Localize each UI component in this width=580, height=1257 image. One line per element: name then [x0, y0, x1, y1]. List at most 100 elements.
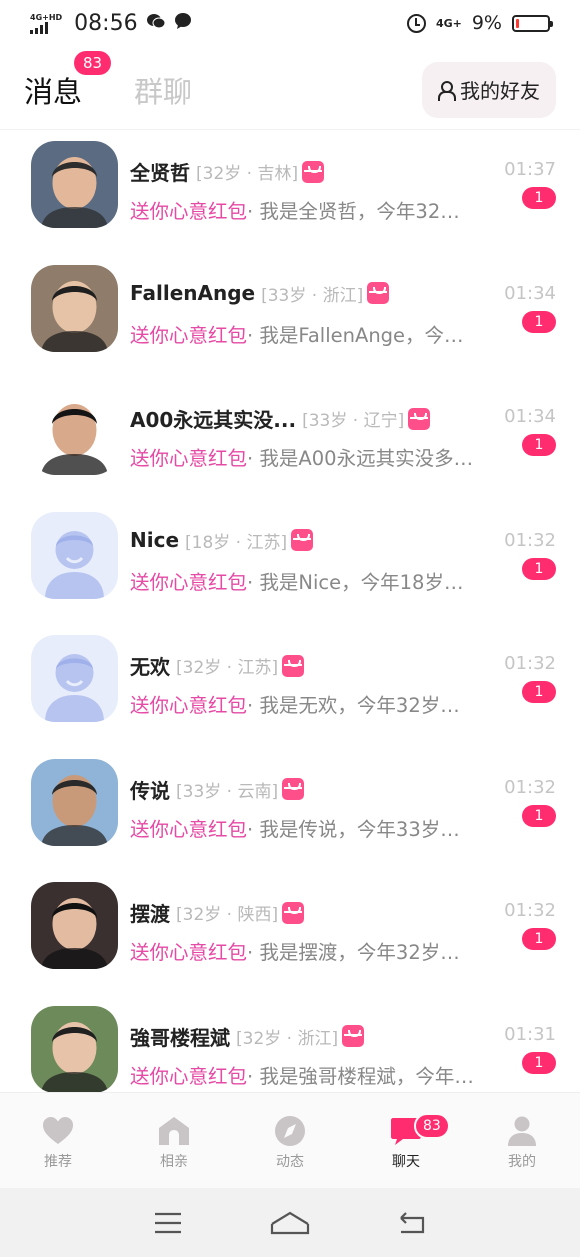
avatar[interactable] — [31, 141, 118, 228]
message-preview: 送你心意红包· 我是強哥楼程斌，今年… — [130, 1060, 474, 1089]
avatar[interactable] — [31, 635, 118, 722]
my-friends-button[interactable]: 我的好友 — [422, 61, 556, 118]
nav-chat[interactable]: 83 聊天 — [348, 1093, 464, 1188]
red-packet-icon — [282, 901, 305, 924]
nav-recommend[interactable]: 推荐 — [0, 1093, 116, 1188]
message-preview: 送你心意红包· 我是全贤哲，今年32… — [130, 195, 460, 224]
message-preview: 送你心意红包· 我是摆渡，今年32岁… — [130, 936, 460, 965]
name-line: 摆渡 [32岁 · 陕西] — [130, 898, 305, 927]
message-preview: 送你心意红包· 我是无欢，今年32岁… — [130, 689, 460, 718]
contact-name: 強哥楼程斌 — [130, 1025, 230, 1050]
name-line: FallenAnge [33岁 · 浙江] — [130, 281, 390, 306]
contact-meta: [18岁 · 江苏] — [185, 532, 288, 553]
message-time: 01:31 — [504, 1023, 556, 1045]
back-icon[interactable] — [397, 1211, 427, 1235]
message-preview: 送你心意红包· 我是Nice，今年18岁… — [130, 566, 463, 595]
bottom-nav: 推荐 相亲 动态 83 聊天 我的 — [0, 1092, 580, 1188]
name-line: 传说 [33岁 · 云南] — [130, 775, 305, 804]
nav-dating[interactable]: 相亲 — [116, 1093, 232, 1188]
tab-groups[interactable]: 群聊 — [134, 69, 192, 111]
unread-badge: 1 — [522, 557, 556, 580]
chat-row[interactable]: 全贤哲 [32岁 · 吉林] 送你心意红包· 我是全贤哲，今年32… 01:37 1 — [0, 131, 580, 255]
chat-row[interactable]: FallenAnge [33岁 · 浙江] 送你心意红包· 我是FallenAnge… — [0, 255, 580, 379]
contact-name: A00永远其实没... — [130, 408, 297, 432]
network-type-right: 4G+ — [435, 16, 462, 30]
nav-dating-label: 相亲 — [160, 1154, 188, 1170]
unread-badge: 1 — [522, 681, 556, 703]
chat-row[interactable]: 传说 [33岁 · 云南] 送你心意红包· 我是传说，今年33岁… 01:32 1 — [0, 749, 580, 873]
alarm-icon — [406, 13, 426, 33]
unread-badge: 1 — [522, 187, 556, 209]
preview-text: · 我是无欢，今年32岁… — [247, 694, 460, 717]
red-packet-icon — [408, 407, 431, 430]
message-icon — [174, 12, 192, 35]
name-line: A00永远其实没... [33岁 · 辽宁] — [130, 404, 431, 433]
menu-icon[interactable] — [153, 1211, 183, 1235]
contact-name: 摆渡 — [130, 902, 170, 926]
message-time: 01:32 — [504, 653, 556, 674]
contact-meta: [32岁 · 陕西] — [176, 905, 279, 925]
chat-row[interactable]: Nice [18岁 · 江苏] 送你心意红包· 我是Nice，今年18岁… 01:32… — [0, 502, 580, 626]
message-time: 01:32 — [504, 529, 556, 551]
chat-row[interactable]: 摆渡 [32岁 · 陕西] 送你心意红包· 我是摆渡，今年32岁… 01:32 1 — [0, 872, 580, 996]
red-packet-icon — [282, 778, 305, 800]
avatar[interactable] — [31, 388, 118, 475]
tab-messages[interactable]: 消息 83 — [24, 50, 112, 111]
avatar[interactable] — [31, 511, 118, 599]
status-bar: 4G+HD 08:56 4G+ 9% — [0, 0, 580, 46]
battery-percent: 9% — [471, 12, 502, 34]
gift-text: 送你心意红包 — [130, 570, 248, 594]
preview-text: · 我是摆渡，今年32岁… — [247, 941, 460, 964]
contact-meta: [33岁 · 浙江] — [261, 285, 364, 306]
name-line: Nice [18岁 · 江苏] — [130, 528, 314, 553]
unread-badge: 1 — [522, 1051, 556, 1074]
tab-messages-label: 消息 — [24, 74, 83, 109]
red-packet-icon — [291, 529, 314, 551]
contact-name: 传说 — [130, 778, 170, 803]
gift-text: 送你心意红包 — [130, 447, 248, 470]
contact-meta: [32岁 · 吉林] — [196, 164, 299, 184]
preview-text: · 我是強哥楼程斌，今年… — [247, 1064, 474, 1088]
unread-badge: 1 — [522, 434, 556, 456]
chat-row[interactable]: 无欢 [32岁 · 江苏] 送你心意红包· 我是无欢，今年32岁… 01:32 1 — [0, 625, 580, 749]
red-packet-icon — [302, 160, 325, 183]
my-friends-label: 我的好友 — [460, 79, 540, 103]
name-line: 全贤哲 [32岁 · 吉林] — [130, 157, 325, 186]
unread-badge: 1 — [522, 310, 556, 333]
contact-meta: [33岁 · 云南] — [176, 781, 279, 802]
message-time: 01:32 — [504, 900, 556, 921]
nav-moments[interactable]: 动态 — [232, 1093, 348, 1188]
avatar[interactable] — [31, 1005, 118, 1093]
nav-me[interactable]: 我的 — [464, 1093, 580, 1188]
preview-text: · 我是Nice，今年18岁… — [247, 570, 464, 594]
heart-icon — [41, 1115, 75, 1147]
message-time: 01:37 — [504, 159, 556, 180]
preview-text: · 我是传说，今年33岁… — [247, 817, 460, 841]
chat-list: 全贤哲 [32岁 · 吉林] 送你心意红包· 我是全贤哲，今年32… 01:37 1 Fa… — [0, 131, 580, 1119]
gift-text: 送你心意红包 — [130, 941, 248, 964]
message-preview: 送你心意红包· 我是FallenAnge，今… — [130, 319, 464, 348]
battery-icon — [512, 14, 553, 32]
contact-meta: [32岁 · 江苏] — [176, 658, 279, 678]
unread-badge: 1 — [522, 928, 556, 950]
contact-meta: [33岁 · 辽宁] — [302, 411, 405, 431]
status-left: 4G+HD 08:56 — [30, 11, 192, 36]
status-right: 4G+ 9% — [406, 12, 553, 34]
message-time: 01:34 — [504, 282, 556, 304]
gift-text: 送你心意红包 — [130, 323, 248, 347]
avatar[interactable] — [31, 758, 118, 846]
home-icon[interactable] — [269, 1210, 311, 1236]
avatar[interactable] — [31, 882, 118, 969]
person-icon — [438, 80, 456, 101]
tab-messages-badge: 83 — [74, 50, 112, 75]
avatar[interactable] — [31, 264, 118, 352]
chat-row[interactable]: A00永远其实没... [33岁 · 辽宁] 送你心意红包· 我是A00永远其实没多… — [0, 378, 580, 502]
gift-text: 送你心意红包 — [130, 694, 248, 717]
nav-chat-badge: 83 — [414, 1113, 450, 1139]
gift-text: 送你心意红包 — [130, 817, 248, 841]
signal-icon: 4G+HD — [30, 13, 62, 34]
nav-recommend-label: 推荐 — [44, 1154, 72, 1170]
preview-text: · 我是全贤哲，今年32… — [247, 200, 460, 223]
compass-icon — [273, 1115, 307, 1147]
network-type-left: 4G+HD — [30, 12, 63, 22]
